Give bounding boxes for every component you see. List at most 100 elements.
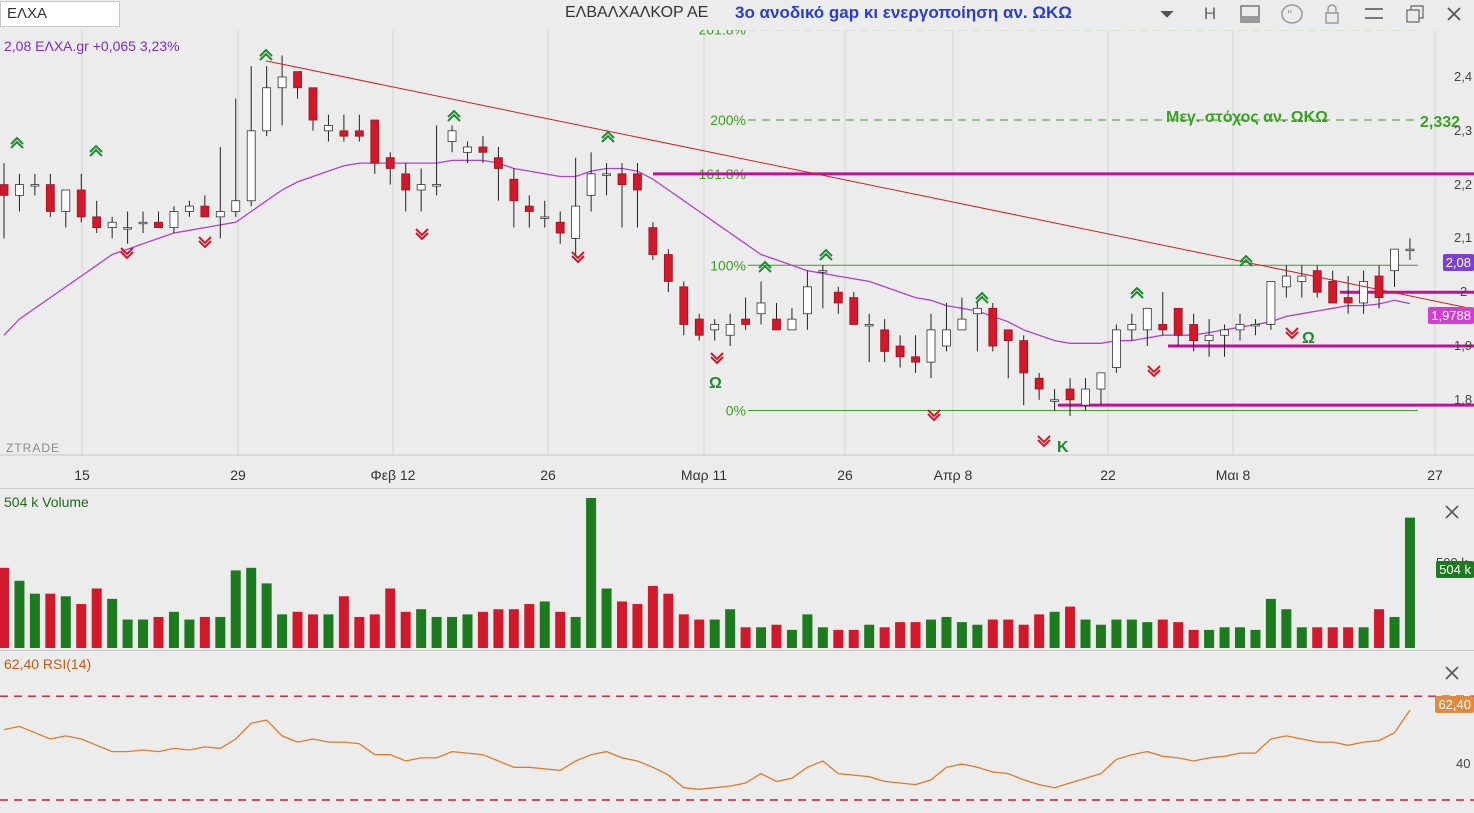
candle-body [633,173,642,191]
target-text: Μεγ. στόχος αν. ΩΚΩ [1166,109,1328,126]
candle-body [123,227,132,230]
volume-bar [910,622,921,648]
volume-bar [1003,619,1014,648]
volume-bar [632,604,643,648]
volume-bar [647,585,658,648]
candle-body [92,216,102,229]
volume-bar [1250,629,1261,648]
volume-bar [416,609,427,648]
volume-bar [462,614,473,648]
candle-body [787,318,797,331]
volume-bar [1358,627,1369,648]
candle-body [463,146,472,153]
candle-body [138,221,148,225]
candle-body [849,297,859,325]
close-icon[interactable] [1437,0,1471,28]
quote-icon[interactable]: " [1275,0,1309,28]
x-axis-label: 29 [230,467,246,483]
candle-body [942,329,951,347]
volume-bar [1018,624,1029,648]
volume-bar [1188,629,1199,648]
candle-body [586,173,596,196]
fib-label: 200% [710,112,746,128]
y-axis-label: 2,2 [1454,176,1473,192]
rsi-header: 62,40 RSI(14) [4,656,91,672]
close-icon [1445,666,1459,680]
volume-bar [230,570,241,648]
volume-bar [1374,609,1385,648]
candle-body [401,173,411,191]
symbol-input[interactable]: ΕΛΧΑ [0,1,120,27]
volume-bar [1296,627,1307,648]
candle-body [1142,307,1152,331]
x-axis-label: 27 [1427,467,1443,483]
layout-icon[interactable] [1233,0,1267,28]
volume-bar [184,619,195,648]
volume-bar [153,616,164,648]
volume-header: 504 k Volume [4,494,89,510]
candle-body [107,221,117,229]
candle-body [648,227,658,255]
candle-body [1251,324,1260,327]
volume-bar [1095,624,1106,648]
candle-body [617,173,627,185]
lock-icon[interactable] [1315,0,1349,28]
candle-body [1034,377,1044,390]
restore-icon[interactable] [1398,0,1432,28]
chevron-down-icon[interactable] [1150,0,1184,28]
candle-body [679,286,689,325]
candle-body [246,130,256,202]
volume-bar [601,588,612,648]
y-axis-label: 2,3 [1454,122,1473,138]
volume-bar [617,601,627,648]
candle-body [231,200,241,212]
chart-area[interactable]: 261.8%200%161.8%100%0%Μεγ. στόχος αν. ΩΚ… [0,30,1474,813]
y-axis-label: 1,9 [1454,338,1473,353]
candle-body [370,119,380,164]
candle-body [0,184,9,196]
candle-body [1328,281,1338,304]
volume-bar [817,627,828,648]
volume-bar [802,614,813,648]
volume-bar [1235,627,1245,648]
candle-body [447,130,457,142]
h-button[interactable]: H [1193,0,1227,28]
candle-body [184,205,194,212]
volume-bar [987,619,998,648]
rsi-line [3,709,1411,790]
volume-bar [107,598,118,648]
candle-body [725,324,735,336]
menu-icon[interactable] [1357,0,1391,28]
candle-body [509,178,519,202]
volume-bar [168,611,179,648]
candle-body [741,318,750,325]
candle-body [76,189,86,218]
rsi-tick: 40 [1456,756,1470,771]
volume-bar [14,580,25,648]
candle-body [1405,248,1415,252]
volume-bar [740,627,751,648]
volume-bar [678,614,689,648]
volume-bar [833,629,844,648]
candle-body [15,184,24,196]
candle-body [154,221,163,229]
volume-bar [524,604,535,648]
candle-body [1297,275,1307,282]
volume-bar [369,614,380,648]
volume-bar [1142,622,1153,648]
volume-last-label: 504 k [1436,561,1474,578]
candle-body [957,318,967,331]
candle-body [818,270,828,273]
fib-label: 0% [726,403,746,419]
candle-body [911,356,920,363]
volume-bar [663,593,674,648]
candle-body [61,189,71,212]
volume-bar [493,609,504,648]
candle-body [478,146,488,153]
volume-bar [323,614,334,648]
candle-body [1050,399,1059,402]
volume-bar [1219,627,1230,648]
candle-body [602,173,611,176]
candle-body [1189,324,1199,342]
volume-bar [1157,619,1168,648]
